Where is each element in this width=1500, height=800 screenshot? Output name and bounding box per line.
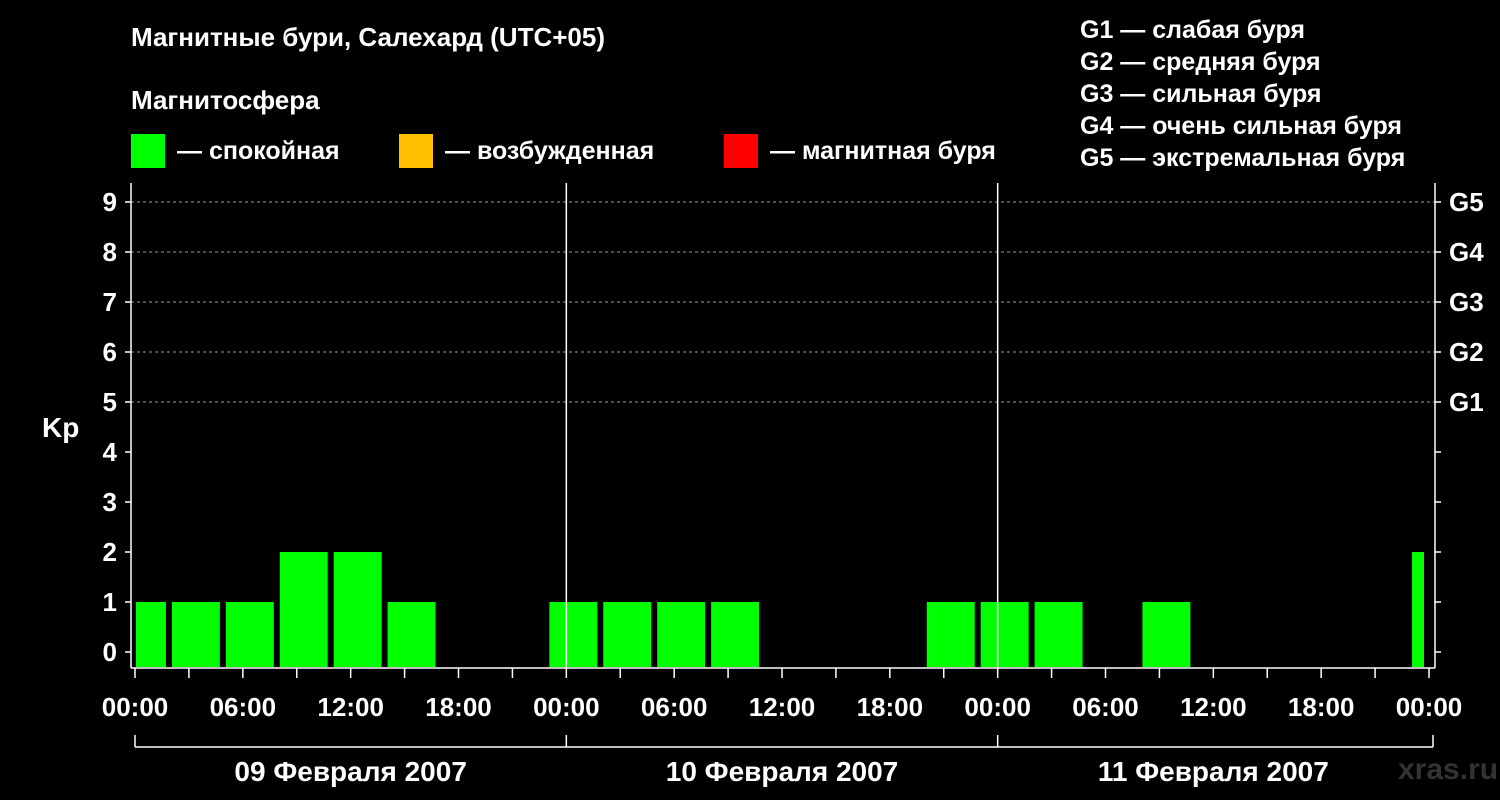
y-tick-label-8: 8 <box>103 237 117 267</box>
y-tick-label-2: 2 <box>103 537 117 567</box>
kp-bar-3 <box>279 552 328 667</box>
y-tick-label-5: 5 <box>103 387 117 417</box>
x-tick-label-8: 00:00 <box>964 692 1031 722</box>
y-tick-label-6: 6 <box>103 337 117 367</box>
day-label-1: 10 Февраля 2007 <box>666 756 898 787</box>
watermark: xras.ru <box>1398 753 1499 786</box>
g-tick-label-g5: G5 <box>1449 187 1484 217</box>
x-tick-label-12: 00:00 <box>1396 692 1463 722</box>
kp-bar-4 <box>333 552 382 667</box>
g-tick-label-g4: G4 <box>1449 237 1484 267</box>
y-tick-label-1: 1 <box>103 587 117 617</box>
kp-bar-1 <box>171 602 220 667</box>
x-tick-label-1: 06:00 <box>210 692 277 722</box>
kp-bar-16 <box>980 602 1029 667</box>
kp-bar-0 <box>136 602 166 667</box>
x-tick-label-3: 18:00 <box>425 692 492 722</box>
y-tick-label-9: 9 <box>103 187 117 217</box>
x-tick-label-0: 00:00 <box>102 692 169 722</box>
kp-bar-2 <box>225 602 274 667</box>
kp-bar-8 <box>549 602 598 667</box>
y-tick-label-4: 4 <box>103 437 118 467</box>
x-tick-label-6: 12:00 <box>749 692 816 722</box>
kp-bar-17 <box>1034 602 1083 667</box>
y-tick-label-3: 3 <box>103 487 117 517</box>
kp-bar-15 <box>926 602 975 667</box>
x-tick-label-11: 18:00 <box>1288 692 1355 722</box>
x-tick-label-10: 12:00 <box>1180 692 1247 722</box>
y-tick-label-7: 7 <box>103 287 117 317</box>
x-tick-label-2: 12:00 <box>317 692 384 722</box>
g-tick-label-g2: G2 <box>1449 337 1484 367</box>
x-tick-label-9: 06:00 <box>1072 692 1139 722</box>
kp-bar-24 <box>1412 552 1424 667</box>
kp-bar-19 <box>1142 602 1191 667</box>
kp-bar-9 <box>603 602 652 667</box>
g-tick-label-g3: G3 <box>1449 287 1484 317</box>
x-tick-label-4: 00:00 <box>533 692 600 722</box>
kp-bar-chart: 0 1 2 3 4 5 6 7 8 9 G1 G2 G3 G4 G5 00:00 06:00 12:00 18:00… <box>102 183 1484 787</box>
day-label-2: 11 Февраля 2007 <box>1098 756 1329 787</box>
kp-bar-5 <box>387 602 436 667</box>
kp-bar-10 <box>657 602 706 667</box>
day-label-0: 09 Февраля 2007 <box>234 756 466 787</box>
g-tick-label-g1: G1 <box>1449 387 1484 417</box>
y-tick-label-0: 0 <box>103 637 117 667</box>
x-tick-label-7: 18:00 <box>857 692 924 722</box>
x-tick-label-5: 06:00 <box>641 692 708 722</box>
kp-bar-11 <box>711 602 760 667</box>
